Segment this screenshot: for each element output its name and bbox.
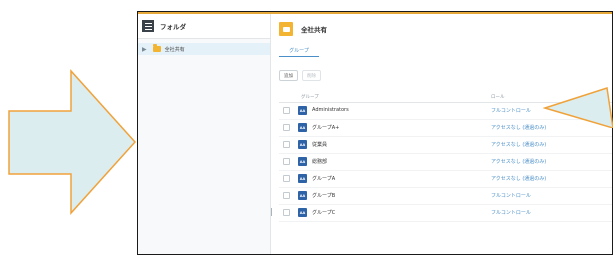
tab-active-indicator [279, 55, 319, 57]
group-icon: AA [298, 174, 307, 183]
tree-item-folder[interactable]: ▶ 全社共有 [138, 43, 270, 55]
hamburger-menu-icon[interactable] [142, 20, 154, 32]
role-link[interactable]: フルコントロール [491, 107, 531, 114]
sidebar-header: フォルダ [138, 14, 270, 39]
group-name: 従業員 [312, 142, 328, 148]
row-checkbox[interactable] [283, 141, 290, 148]
tab-group[interactable]: グループ [279, 45, 319, 57]
role-link[interactable]: フルコントロール [491, 192, 531, 199]
callout-pointer [543, 87, 613, 128]
group-name: グループB [312, 193, 336, 199]
page-title: 全社共有 [301, 26, 327, 34]
row-checkbox[interactable] [283, 209, 290, 216]
add-button[interactable]: 追加 [279, 70, 298, 81]
group-icon-text: AA [299, 210, 306, 215]
group-icon-text: AA [299, 108, 306, 113]
app-window: フォルダ ▶ 全社共有 全社共有 グループ 追加 削除 グループ ロール AA … [137, 11, 613, 255]
row-checkbox[interactable] [283, 192, 290, 199]
tab-group-label: グループ [289, 48, 309, 54]
role-link[interactable]: アクセスなし (通過のみ) [491, 124, 546, 131]
role-link[interactable]: フルコントロール [491, 209, 531, 216]
table-row[interactable]: AA グループA アクセスなし (通過のみ) [279, 171, 612, 188]
group-icon: AA [298, 140, 307, 149]
remove-button[interactable]: 削除 [302, 70, 321, 81]
folder-icon [279, 22, 293, 36]
group-icon-text: AA [299, 159, 306, 164]
group-icon: AA [298, 123, 307, 132]
group-icon: AA [298, 191, 307, 200]
row-checkbox[interactable] [283, 124, 290, 131]
group-icon: AA [298, 106, 307, 115]
row-checkbox[interactable] [283, 107, 290, 114]
group-name: グループA+ [312, 125, 340, 131]
callout-arrow [8, 69, 137, 215]
table-row[interactable]: AA グループB フルコントロール [279, 188, 612, 205]
main-panel: 全社共有 グループ 追加 削除 グループ ロール AA Administrato… [271, 14, 612, 254]
toolbar: 追加 削除 [279, 70, 321, 81]
row-checkbox[interactable] [283, 175, 290, 182]
role-link[interactable]: アクセスなし (通過のみ) [491, 141, 546, 148]
table-row[interactable]: AA 総務部 アクセスなし (通過のみ) [279, 154, 612, 171]
table-row[interactable]: AA グループC フルコントロール [279, 205, 612, 222]
page-header: 全社共有 [279, 22, 327, 36]
chevron-right-icon[interactable]: ▶ [142, 46, 147, 53]
column-header-role[interactable]: ロール [491, 94, 505, 100]
table-row[interactable]: AA 従業員 アクセスなし (通過のみ) [279, 137, 612, 154]
group-name: グループA [312, 176, 336, 182]
group-icon: AA [298, 157, 307, 166]
folder-icon [152, 44, 161, 52]
sidebar: フォルダ ▶ 全社共有 [138, 14, 271, 254]
row-checkbox[interactable] [283, 158, 290, 165]
tree-item-label: 全社共有 [164, 46, 185, 53]
group-name: Administrators [312, 107, 349, 113]
group-icon-text: AA [299, 176, 306, 181]
role-link[interactable]: アクセスなし (通過のみ) [491, 175, 546, 182]
group-name: グループC [312, 210, 336, 216]
group-icon-text: AA [299, 193, 306, 198]
group-icon-text: AA [299, 125, 306, 130]
group-icon-text: AA [299, 142, 306, 147]
group-name: 総務部 [312, 159, 328, 165]
column-header-group[interactable]: グループ [301, 94, 319, 100]
role-link[interactable]: アクセスなし (通過のみ) [491, 158, 546, 165]
sidebar-title: フォルダ [160, 23, 186, 31]
group-icon: AA [298, 208, 307, 217]
panel-resize-handle[interactable] [271, 208, 272, 216]
